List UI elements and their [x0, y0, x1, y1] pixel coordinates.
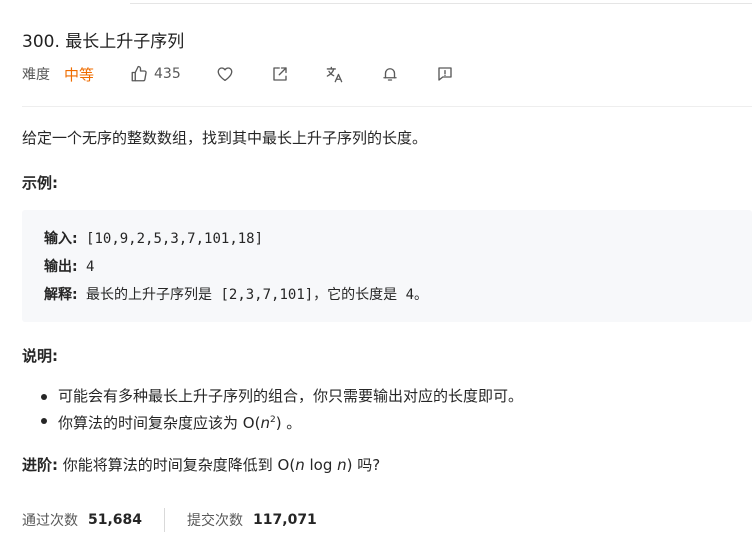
output-label: 输出: [44, 259, 78, 275]
problem-description: 给定一个无序的整数数组，找到其中最长上升子序列的长度。 [22, 129, 428, 147]
like-button[interactable]: 435 [130, 65, 181, 83]
example-heading: 示例: [22, 174, 58, 192]
example-input-line: 输入: [10,9,2,5,3,7,101,18] [44, 228, 263, 248]
submission-stats: 通过次数 51,684 提交次数 117,071 [22, 507, 317, 533]
note-tail: ) 。 [275, 414, 302, 432]
problem-meta-bar: 难度 中等 435 [22, 62, 490, 86]
thumbs-up-icon [130, 65, 148, 83]
advanced-tail: ) 吗? [346, 456, 381, 474]
accepted-count: 51,684 [88, 512, 143, 528]
advanced-label: 进阶: [22, 456, 58, 474]
header-divider [22, 106, 752, 107]
submissions-label: 提交次数 [187, 513, 244, 529]
difficulty-badge: 中等 [64, 65, 95, 84]
list-item: 可能会有多种最长上升子序列的组合，你只需要输出对应的长度即可。 [40, 384, 524, 408]
top-divider [130, 3, 752, 4]
note-heading: 说明: [22, 347, 58, 365]
feedback-button[interactable] [435, 64, 455, 84]
math-var: n [260, 414, 270, 432]
input-value: [10,9,2,5,3,7,101,18] [77, 231, 264, 247]
explain-label: 解释: [44, 287, 78, 303]
problem-title: 300. 最长上升子序列 [22, 32, 185, 52]
example-output-line: 输出: 4 [44, 256, 94, 276]
example-explain-line: 解释: 最长的上升子序列是 [2,3,7,101]，它的长度是 4。 [44, 284, 428, 304]
subscribe-button[interactable] [380, 64, 400, 84]
translate-icon [325, 65, 344, 84]
feedback-icon [436, 65, 454, 83]
output-value: 4 [77, 259, 95, 275]
advanced-challenge: 进阶: 你能将算法的时间复杂度降低到 O(n log n) 吗? [22, 454, 380, 475]
submissions-count: 117,071 [253, 512, 317, 528]
math-var: n [295, 456, 305, 474]
share-icon [271, 65, 289, 83]
notes-list: 可能会有多种最长上升子序列的组合，你只需要输出对应的长度即可。 你算法的时间复杂… [40, 384, 524, 432]
favorite-button[interactable] [215, 64, 235, 84]
example-code-block: 输入: [10,9,2,5,3,7,101,18] 输出: 4 解释: 最长的上… [22, 210, 752, 322]
explain-value: 最长的上升子序列是 [2,3,7,101]，它的长度是 4。 [77, 287, 429, 303]
share-button[interactable] [270, 64, 290, 84]
note-text: 你算法的时间复杂度应该为 O( [58, 414, 261, 432]
stats-divider [164, 508, 166, 532]
translate-button[interactable] [325, 64, 345, 84]
advanced-mid: log [304, 456, 338, 474]
heart-icon [216, 65, 234, 83]
difficulty-label: 难度 [22, 67, 50, 83]
math-var: n [337, 456, 347, 474]
list-item: 你算法的时间复杂度应该为 O(n2) 。 [40, 408, 523, 432]
like-count: 435 [154, 66, 181, 82]
bell-icon [381, 65, 399, 83]
note-text: 可能会有多种最长上升子序列的组合，你只需要输出对应的长度即可。 [58, 387, 524, 405]
advanced-text: 你能将算法的时间复杂度降低到 O( [58, 456, 296, 474]
input-label: 输入: [44, 231, 78, 247]
accepted-label: 通过次数 [22, 513, 78, 529]
